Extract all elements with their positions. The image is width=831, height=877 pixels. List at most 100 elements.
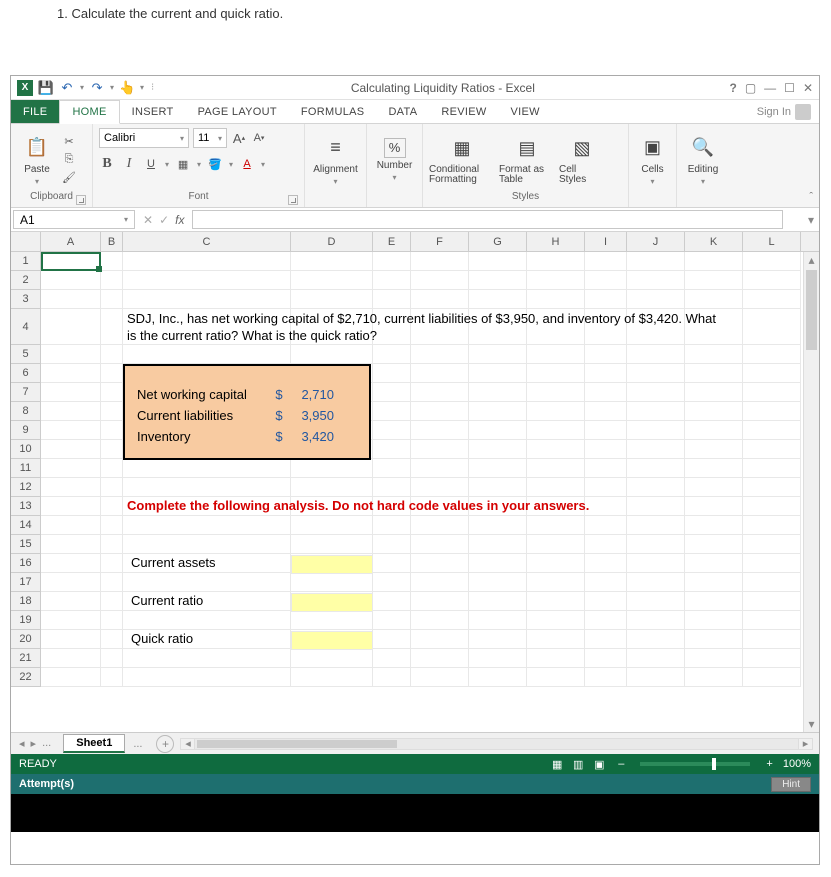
cut-icon[interactable]: ✂ <box>61 134 77 150</box>
cell[interactable] <box>627 573 685 592</box>
new-sheet-button[interactable]: + <box>156 735 174 753</box>
copy-icon[interactable]: ⎘ <box>61 152 77 168</box>
cell[interactable] <box>743 649 801 668</box>
zoom-level[interactable]: 100% <box>783 758 811 770</box>
cell[interactable] <box>743 516 801 535</box>
italic-button[interactable]: I <box>121 156 137 172</box>
cell[interactable] <box>685 630 743 649</box>
cell[interactable] <box>411 668 469 687</box>
cell[interactable] <box>123 611 291 630</box>
scroll-up-icon[interactable]: ▴ <box>804 252 819 268</box>
cell[interactable] <box>627 516 685 535</box>
row-header[interactable]: 4 <box>11 309 41 345</box>
cell[interactable] <box>585 440 627 459</box>
cell[interactable] <box>469 611 527 630</box>
cell[interactable] <box>123 459 291 478</box>
hscroll-thumb[interactable] <box>197 740 397 748</box>
column-header[interactable]: H <box>527 232 585 251</box>
cell[interactable] <box>585 516 627 535</box>
row-header[interactable]: 1 <box>11 252 41 271</box>
cell[interactable] <box>585 252 627 271</box>
cell[interactable] <box>411 402 469 421</box>
cell[interactable] <box>41 478 101 497</box>
cell[interactable] <box>685 611 743 630</box>
cell[interactable] <box>469 630 527 649</box>
cell[interactable] <box>469 478 527 497</box>
tab-home[interactable]: HOME <box>59 100 119 124</box>
row-header[interactable]: 13 <box>11 497 41 516</box>
cell[interactable] <box>743 630 801 649</box>
cell[interactable] <box>469 252 527 271</box>
cell[interactable] <box>291 516 373 535</box>
cell[interactable] <box>469 554 527 573</box>
sign-in[interactable]: Sign In <box>749 100 819 123</box>
cell[interactable] <box>469 649 527 668</box>
tab-file[interactable]: FILE <box>11 100 59 123</box>
cell[interactable] <box>527 535 585 554</box>
row-header[interactable]: 3 <box>11 290 41 309</box>
border-menu-icon[interactable]: ▾ <box>197 160 201 169</box>
cell[interactable] <box>373 478 411 497</box>
vscroll-thumb[interactable] <box>806 270 817 350</box>
cell[interactable] <box>41 497 101 516</box>
cell[interactable] <box>373 402 411 421</box>
cell[interactable] <box>469 440 527 459</box>
cell[interactable] <box>685 252 743 271</box>
cell[interactable] <box>685 649 743 668</box>
cell[interactable] <box>743 554 801 573</box>
cell[interactable] <box>469 290 527 309</box>
cell[interactable] <box>527 402 585 421</box>
cell[interactable] <box>41 345 101 364</box>
cell[interactable] <box>585 573 627 592</box>
row-header[interactable]: 10 <box>11 440 41 459</box>
cell[interactable] <box>743 668 801 687</box>
cell[interactable] <box>101 649 123 668</box>
row-header[interactable]: 7 <box>11 383 41 402</box>
cell[interactable] <box>41 440 101 459</box>
cell[interactable] <box>627 592 685 611</box>
border-button[interactable]: ▦ <box>175 156 191 172</box>
cell[interactable] <box>585 345 627 364</box>
cell[interactable] <box>101 573 123 592</box>
cell[interactable] <box>527 252 585 271</box>
cell[interactable] <box>585 478 627 497</box>
cell[interactable] <box>627 554 685 573</box>
cell[interactable] <box>101 364 123 383</box>
cell[interactable] <box>685 573 743 592</box>
cell[interactable] <box>627 383 685 402</box>
cell[interactable] <box>291 611 373 630</box>
sheet-tab-sheet1[interactable]: Sheet1 <box>63 734 125 753</box>
cell[interactable] <box>41 649 101 668</box>
tab-page-layout[interactable]: PAGE LAYOUT <box>186 100 289 123</box>
tab-review[interactable]: REVIEW <box>429 100 498 123</box>
cell[interactable] <box>685 364 743 383</box>
cell[interactable] <box>373 592 411 611</box>
cell[interactable] <box>585 611 627 630</box>
cell[interactable] <box>743 573 801 592</box>
touch-mode-icon[interactable]: 👆 <box>119 80 135 96</box>
cell[interactable] <box>101 271 123 290</box>
undo-menu-icon[interactable]: ▾ <box>80 83 84 92</box>
cell[interactable] <box>627 668 685 687</box>
cell[interactable] <box>469 668 527 687</box>
cell[interactable] <box>101 630 123 649</box>
cell[interactable] <box>585 383 627 402</box>
cell[interactable] <box>743 345 801 364</box>
column-header[interactable]: A <box>41 232 101 251</box>
cell[interactable] <box>373 421 411 440</box>
cell[interactable] <box>41 459 101 478</box>
cell[interactable] <box>101 459 123 478</box>
horizontal-scrollbar[interactable]: ◂ ▸ <box>180 738 813 750</box>
cell[interactable] <box>411 364 469 383</box>
cell[interactable] <box>685 516 743 535</box>
cell[interactable] <box>41 309 101 345</box>
cell[interactable] <box>627 440 685 459</box>
cell[interactable] <box>123 649 291 668</box>
cell[interactable] <box>685 421 743 440</box>
column-header[interactable]: G <box>469 232 527 251</box>
cell[interactable] <box>627 497 685 516</box>
cell[interactable] <box>373 668 411 687</box>
row-header[interactable]: 5 <box>11 345 41 364</box>
cell[interactable] <box>373 611 411 630</box>
paste-menu-icon[interactable]: ▾ <box>35 177 39 186</box>
